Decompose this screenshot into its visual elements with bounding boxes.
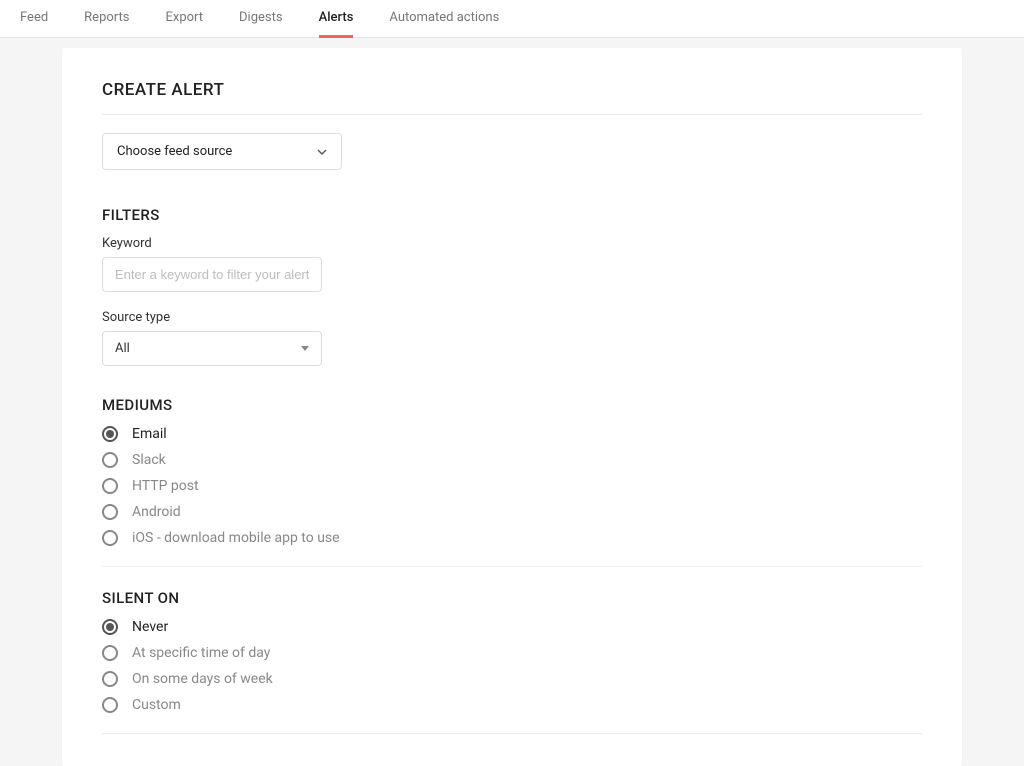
radio-icon	[102, 426, 118, 442]
source-type-value: All	[115, 341, 130, 356]
silent-custom[interactable]: Custom	[102, 697, 922, 713]
feed-source-select[interactable]: Choose feed source	[102, 133, 342, 170]
radio-icon	[102, 645, 118, 661]
source-type-label: Source type	[102, 310, 922, 325]
caret-down-icon	[301, 346, 309, 351]
radio-icon	[102, 452, 118, 468]
feed-source-placeholder: Choose feed source	[117, 144, 232, 159]
silent-label: On some days of week	[132, 671, 273, 687]
page-title: CREATE ALERT	[102, 80, 922, 115]
tab-alerts[interactable]: Alerts	[319, 0, 354, 37]
source-type-select[interactable]: All	[102, 331, 322, 366]
medium-email[interactable]: Email	[102, 426, 922, 442]
silent-label: Never	[132, 619, 168, 635]
silent-heading: SILENT ON	[102, 589, 922, 607]
radio-icon	[102, 504, 118, 520]
medium-label: iOS - download mobile app to use	[132, 530, 340, 546]
radio-icon	[102, 671, 118, 687]
radio-icon	[102, 697, 118, 713]
keyword-input[interactable]	[102, 257, 322, 292]
tab-digests[interactable]: Digests	[239, 0, 283, 37]
radio-icon	[102, 530, 118, 546]
silent-days-of-week[interactable]: On some days of week	[102, 671, 922, 687]
page-wrap: CREATE ALERT Choose feed source FILTERS …	[52, 48, 972, 766]
medium-ios[interactable]: iOS - download mobile app to use	[102, 530, 922, 546]
tab-feed[interactable]: Feed	[20, 0, 48, 37]
chevron-down-icon	[317, 147, 327, 157]
medium-android[interactable]: Android	[102, 504, 922, 520]
medium-slack[interactable]: Slack	[102, 452, 922, 468]
mediums-list: Email Slack HTTP post Android iOS - down…	[102, 426, 922, 567]
silent-label: At specific time of day	[132, 645, 270, 661]
filters-heading: FILTERS	[102, 206, 922, 224]
radio-icon	[102, 619, 118, 635]
medium-label: Email	[132, 426, 167, 442]
tab-bar: Feed Reports Export Digests Alerts Autom…	[0, 0, 1024, 38]
tab-export[interactable]: Export	[165, 0, 203, 37]
medium-http-post[interactable]: HTTP post	[102, 478, 922, 494]
silent-list: Never At specific time of day On some da…	[102, 619, 922, 734]
mediums-heading: MEDIUMS	[102, 396, 922, 414]
medium-label: Slack	[132, 452, 166, 468]
medium-label: Android	[132, 504, 181, 520]
tab-reports[interactable]: Reports	[84, 0, 129, 37]
create-alert-card: CREATE ALERT Choose feed source FILTERS …	[62, 48, 962, 766]
silent-label: Custom	[132, 697, 181, 713]
silent-time-of-day[interactable]: At specific time of day	[102, 645, 922, 661]
tab-automated-actions[interactable]: Automated actions	[389, 0, 499, 37]
radio-icon	[102, 478, 118, 494]
keyword-label: Keyword	[102, 236, 922, 251]
medium-label: HTTP post	[132, 478, 199, 494]
silent-never[interactable]: Never	[102, 619, 922, 635]
